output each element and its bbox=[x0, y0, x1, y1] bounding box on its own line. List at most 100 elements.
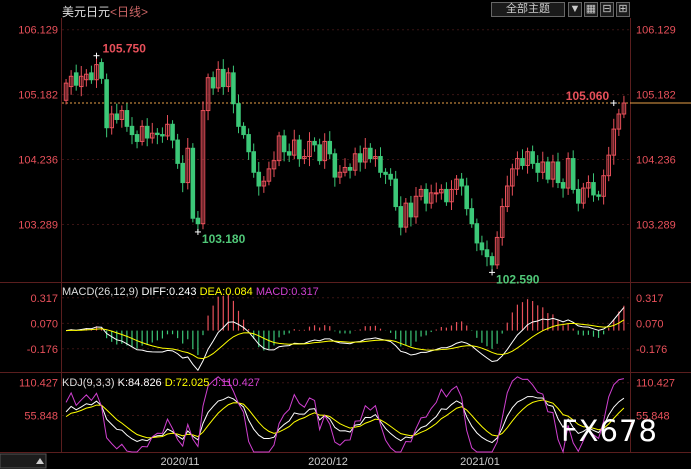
macd-tick-left: -0.176 bbox=[27, 344, 58, 356]
candle-body bbox=[251, 151, 256, 173]
maximize-icon[interactable]: ⊞ bbox=[616, 2, 630, 17]
kdj-k-line bbox=[65, 396, 625, 444]
candle-body bbox=[464, 185, 469, 210]
candle-body bbox=[433, 192, 439, 195]
candle-body bbox=[357, 153, 363, 163]
candle-body bbox=[560, 182, 566, 189]
candle-body bbox=[591, 182, 596, 196]
candle-body bbox=[398, 206, 404, 228]
chart-title: 美元日元<日线> bbox=[62, 3, 148, 20]
candle-body bbox=[195, 217, 201, 225]
macd-dea-line bbox=[66, 319, 625, 360]
x-tick-label: 2020/12 bbox=[308, 456, 348, 468]
candle-body bbox=[520, 158, 525, 166]
dropdown-arrow-button[interactable]: ▼ bbox=[568, 2, 582, 17]
macd-legend: MACD(26,12,9) DIFF:0.243 DEA:0.084 MACD:… bbox=[62, 286, 319, 298]
candle-body bbox=[317, 144, 322, 162]
price-annotation: 105.750 bbox=[102, 42, 146, 56]
y-tick-label-right: 106.129 bbox=[636, 25, 676, 37]
candle-body bbox=[114, 113, 120, 120]
candle-body bbox=[530, 151, 535, 164]
kdj-tick-left: 110.427 bbox=[19, 378, 58, 390]
macd-tick-right: -0.176 bbox=[636, 344, 667, 356]
candle-body bbox=[555, 161, 561, 184]
candle-body bbox=[124, 110, 130, 127]
macd-tick-left: 0.317 bbox=[30, 293, 58, 305]
macd-tick-left: 0.070 bbox=[30, 318, 58, 330]
candle-body bbox=[281, 135, 287, 153]
candle-body bbox=[297, 139, 302, 160]
price-annotation: 103.180 bbox=[202, 232, 246, 246]
candle-body bbox=[241, 125, 246, 136]
candle-body bbox=[545, 161, 551, 180]
candle-body bbox=[155, 132, 160, 136]
candle-body bbox=[89, 72, 94, 81]
kdj-d-line bbox=[65, 399, 625, 439]
candle-body bbox=[393, 178, 398, 208]
y-tick-label-right: 105.182 bbox=[636, 90, 676, 102]
price-annotation: 102.590 bbox=[496, 272, 540, 286]
y-tick-label-right: 103.289 bbox=[636, 219, 676, 231]
x-tick-label: 2020/11 bbox=[161, 456, 200, 468]
candle-body bbox=[423, 188, 429, 204]
candle-body bbox=[332, 153, 338, 178]
period-label[interactable]: <日线> bbox=[110, 5, 148, 19]
candle-body bbox=[484, 249, 490, 258]
candle-body bbox=[575, 188, 581, 204]
candle-body bbox=[220, 68, 226, 88]
candle-body bbox=[444, 188, 449, 203]
macd-tick-right: 0.070 bbox=[636, 318, 664, 330]
candle-body bbox=[408, 202, 414, 218]
y-tick-label-left: 104.236 bbox=[18, 155, 58, 167]
y-tick-label-right: 104.236 bbox=[636, 155, 676, 167]
candle-body bbox=[479, 242, 485, 251]
candle-body bbox=[144, 125, 150, 139]
candle-body bbox=[312, 140, 317, 146]
candle-body bbox=[134, 134, 140, 142]
candle-body bbox=[256, 171, 262, 187]
price-annotation: 105.060 bbox=[566, 89, 610, 103]
kdj-tick-right: 110.427 bbox=[636, 378, 675, 390]
candle-body bbox=[570, 158, 576, 190]
candle-body bbox=[378, 156, 383, 173]
candle-body bbox=[246, 134, 251, 153]
candle-body bbox=[469, 208, 475, 225]
macd-tick-right: 0.317 bbox=[636, 293, 664, 305]
y-tick-label-left: 103.289 bbox=[18, 219, 58, 231]
candle-body bbox=[286, 151, 292, 156]
candle-body bbox=[104, 79, 109, 129]
candle-body bbox=[175, 139, 180, 164]
x-tick-label: 2021/01 bbox=[460, 456, 500, 468]
candle-body bbox=[596, 194, 601, 197]
price-chart[interactable]: 106.129 106.129 105.182 105.182 104.236 104.2… bbox=[0, 0, 691, 469]
candle-body bbox=[210, 77, 216, 89]
candle-body bbox=[535, 162, 540, 173]
kdj-legend: KDJ(9,3,3) K:84.826 D:72.025 J:110.427 bbox=[62, 377, 260, 389]
candle-body bbox=[327, 140, 333, 155]
candle-body bbox=[368, 147, 373, 160]
candle-body bbox=[73, 72, 79, 86]
candle-body bbox=[236, 103, 241, 127]
candle-body bbox=[190, 147, 196, 219]
candle-body bbox=[231, 72, 236, 105]
candle-body bbox=[99, 62, 104, 79]
candle-body bbox=[160, 134, 165, 137]
grid-icon[interactable]: ▦ bbox=[584, 2, 598, 17]
candle-body bbox=[170, 123, 175, 141]
candle-body bbox=[383, 171, 388, 175]
watermark: FX678 bbox=[561, 414, 658, 448]
candle-body bbox=[388, 173, 393, 180]
minimize-icon[interactable]: ⊟ bbox=[600, 2, 614, 17]
theme-dropdown[interactable]: 全部主题 bbox=[491, 2, 565, 17]
candle-body bbox=[474, 223, 480, 244]
candle-body bbox=[459, 178, 464, 187]
y-tick-label-left: 106.129 bbox=[18, 25, 58, 37]
macd-dif-line bbox=[65, 307, 625, 372]
kdj-tick-left: 55.848 bbox=[24, 410, 58, 422]
candle-body bbox=[489, 256, 495, 266]
candle-body bbox=[347, 166, 353, 171]
symbol-label: 美元日元 bbox=[62, 5, 111, 19]
candle-body bbox=[129, 125, 135, 136]
candle-body bbox=[180, 162, 185, 184]
y-tick-label-left: 105.182 bbox=[18, 90, 58, 102]
